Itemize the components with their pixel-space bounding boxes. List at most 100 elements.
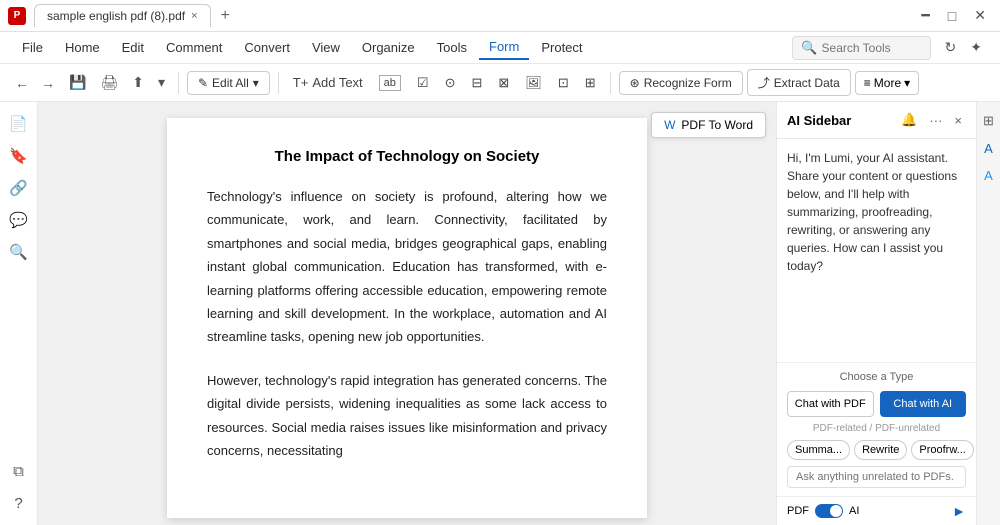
form-btn-4[interactable]: ⊡ [552,71,575,95]
menu-tools[interactable]: Tools [427,36,477,59]
maximize-button[interactable]: □ [942,6,962,26]
form-btn-5[interactable]: ⊞ [579,71,602,95]
tab-label: sample english pdf (8).pdf [47,9,185,23]
edit-all-label: Edit All [212,76,249,90]
chat-with-ai-button[interactable]: Chat with AI [880,391,967,417]
ai-footer-ai-label: AI [849,505,859,517]
ai-input[interactable] [796,471,957,483]
text-field-button[interactable]: ab [373,71,407,95]
forward-button[interactable]: → [36,72,60,94]
radio-button[interactable]: ⊙ [439,71,462,95]
edit-all-button[interactable]: ✎ Edit All ▾ [187,71,270,95]
search-box[interactable]: 🔍 [792,36,930,60]
ai-icon[interactable]: ✦ [964,37,988,58]
extract-data-button[interactable]: ⤴ Extract Data [747,69,851,96]
text-field-icon: ab [379,75,401,91]
far-right-icon-3[interactable]: A [981,165,996,186]
proofrewrite-button[interactable]: Proofrw... [911,440,973,460]
add-text-button[interactable]: T+ Add Text [287,71,369,94]
ai-footer-pdf-label: PDF [787,505,809,517]
tab-area: sample english pdf (8).pdf × + [34,4,907,27]
form-btn-1[interactable]: ⊟ [465,71,488,95]
print-button[interactable]: 🖨 [95,71,123,94]
page-title: The Impact of Technology on Society [207,148,607,165]
ai-message: Hi, I'm Lumi, your AI assistant. Share y… [787,149,966,275]
recognize-icon: ⊛ [630,76,640,90]
menu-protect[interactable]: Protect [531,36,592,59]
window-controls: ━ □ ✕ [915,5,992,26]
more-chevron: ▾ [904,76,910,90]
title-bar: P sample english pdf (8).pdf × + ━ □ ✕ [0,0,1000,32]
new-tab-button[interactable]: + [215,5,236,27]
back-button[interactable]: ← [10,72,34,94]
pdf-to-word-button[interactable]: W PDF To Word [651,112,766,138]
chat-with-pdf-button[interactable]: Chat with PDF [787,391,874,417]
checkbox-button[interactable]: ☑ [411,71,435,95]
sidebar-layers-icon[interactable]: ⧉ [5,457,33,485]
upload-button[interactable]: ⬆ [127,71,149,94]
far-right-sidebar: ⊞ A A [976,102,1000,525]
ai-sidebar-title: AI Sidebar [787,113,851,128]
pdf-page: The Impact of Technology on Society Tech… [167,118,647,518]
pdf-related-label: PDF-related / PDF-unrelated [787,423,966,434]
ai-toggle[interactable] [815,504,843,518]
app-icon: P [8,7,26,25]
sidebar-search-icon[interactable]: 🔍 [5,238,33,266]
sidebar-help-icon[interactable]: ? [5,489,33,517]
action-bar: ← → 💾 🖨 ⬆ ▾ ✎ Edit All ▾ T+ Add Text ab … [0,64,1000,102]
ai-quick-buttons: Summa... Rewrite Proofrw... ⋯ [787,440,966,460]
ai-footer: PDF AI ► [777,496,976,525]
ai-more-icon[interactable]: ··· [925,111,946,130]
nav-group: ← → [10,72,60,94]
menu-view[interactable]: View [302,36,350,59]
menu-home[interactable]: Home [55,36,110,59]
menu-bar: File Home Edit Comment Convert View Orga… [0,32,1000,64]
menu-edit[interactable]: Edit [112,36,154,59]
menu-comment[interactable]: Comment [156,36,232,59]
title-bar-left: P [8,7,26,25]
main-area: 📄 🔖 🔗 💬 🔍 ⧉ ? W PDF To Word The Impact o… [0,102,1000,525]
ai-close-icon[interactable]: × [950,111,966,130]
recognize-form-button[interactable]: ⊛ Recognize Form [619,71,743,95]
separator-3 [610,72,611,94]
ai-header-actions: 🔔 ··· × [897,110,966,130]
active-tab[interactable]: sample english pdf (8).pdf × [34,4,211,27]
menu-convert[interactable]: Convert [234,36,300,59]
tab-close-icon[interactable]: × [191,10,197,22]
separator-1 [178,72,179,94]
close-button[interactable]: ✕ [968,5,992,26]
paragraph-1: Technology's influence on society is pro… [207,185,607,349]
ai-input-area[interactable] [787,466,966,488]
pdf-to-word-icon: W [664,118,675,132]
form-btn-3[interactable]: 🖼 [519,71,548,95]
sidebar-comment-icon[interactable]: 💬 [5,206,33,234]
rewrite-button[interactable]: Rewrite [854,440,907,460]
menu-organize[interactable]: Organize [352,36,425,59]
left-sidebar: 📄 🔖 🔗 💬 🔍 ⧉ ? [0,102,38,525]
ai-send-button[interactable]: ► [952,503,966,519]
save-button[interactable]: 💾 [64,71,91,94]
far-right-icon-1[interactable]: ⊞ [980,110,997,132]
document-area: W PDF To Word The Impact of Technology o… [38,102,776,525]
search-input[interactable] [822,41,922,55]
paragraph-2: However, technology's rapid integration … [207,369,607,463]
page-body: Technology's influence on society is pro… [207,185,607,462]
menu-file[interactable]: File [12,36,53,59]
ai-sidebar-header: AI Sidebar 🔔 ··· × [777,102,976,139]
far-right-icon-2[interactable]: A [981,138,996,159]
sidebar-link-icon[interactable]: 🔗 [5,174,33,202]
more-button[interactable]: ≡ More ▾ [855,71,919,95]
sidebar-page-icon[interactable]: 📄 [5,110,33,138]
menu-form[interactable]: Form [479,35,529,60]
ai-type-section: Choose a Type Chat with PDF Chat with AI… [777,362,976,496]
ai-choose-type-label: Choose a Type [787,371,966,383]
ai-toggle-knob [830,505,842,517]
summa-button[interactable]: Summa... [787,440,850,460]
dropdown-button[interactable]: ▾ [153,71,170,94]
ai-bell-icon[interactable]: 🔔 [897,110,921,130]
ai-sidebar: AI Sidebar 🔔 ··· × Hi, I'm Lumi, your AI… [776,102,976,525]
refresh-icon[interactable]: ↻ [939,37,963,58]
sidebar-bookmark-icon[interactable]: 🔖 [5,142,33,170]
minimize-button[interactable]: ━ [915,5,935,26]
form-btn-2[interactable]: ⊠ [492,71,515,95]
